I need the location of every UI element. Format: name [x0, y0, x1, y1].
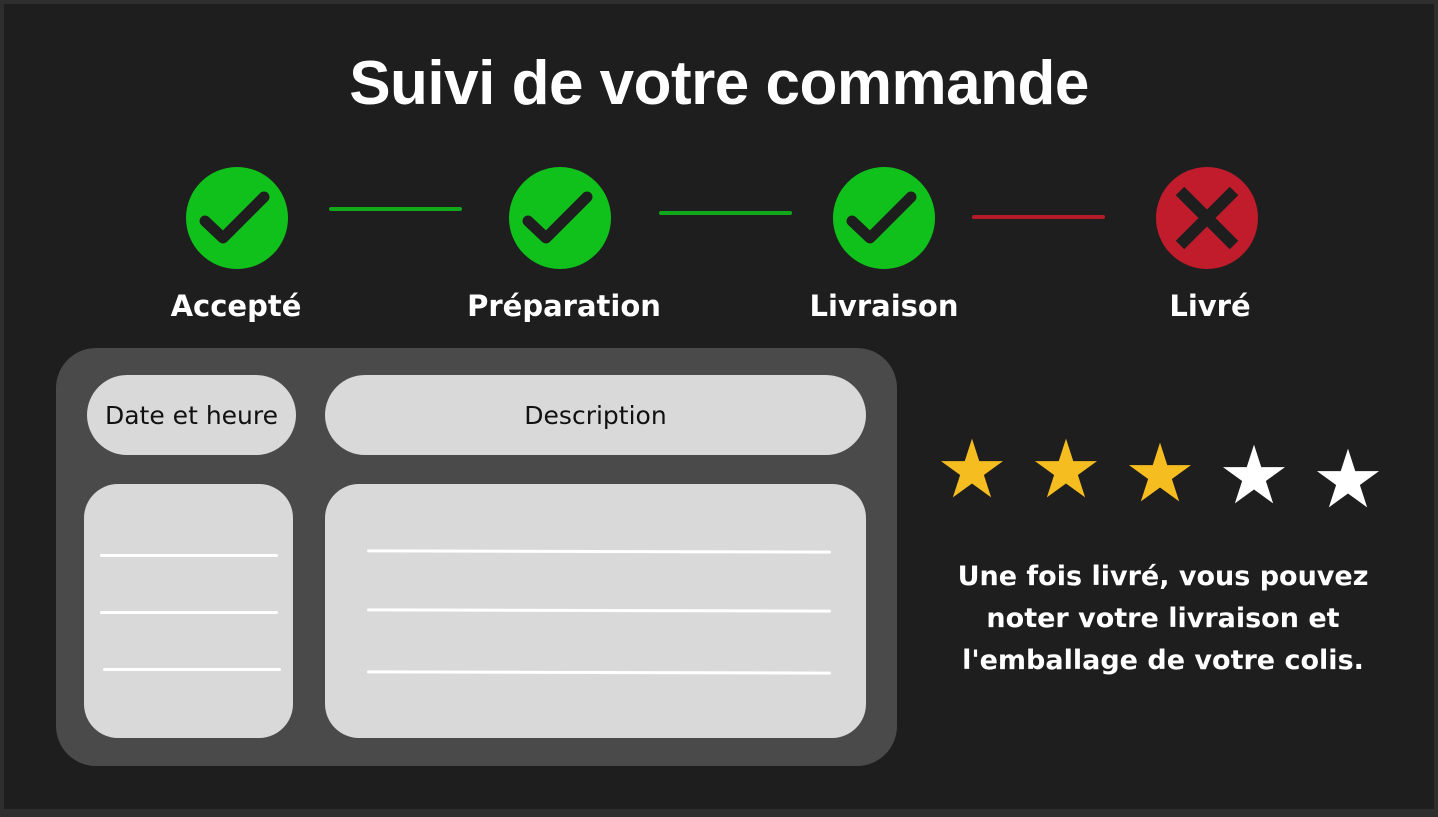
date-placeholder-line [103, 668, 281, 671]
description-column-header: Description [325, 375, 866, 455]
rating-note: Une fois livré, vous pouvez noter votre … [957, 561, 1369, 676]
step-label-livraison: Livraison [809, 289, 959, 323]
step-livraison-check-icon [833, 167, 935, 269]
date-column-header: Date et heure [87, 375, 296, 455]
description-placeholder-line [366, 608, 832, 613]
step-label-accepte: Accepté [170, 289, 302, 323]
connector-livraison-livre [972, 215, 1105, 219]
date-placeholder-line [100, 611, 278, 614]
step-label-preparation: Préparation [467, 289, 661, 323]
date-column-body [84, 484, 293, 738]
rating-star-3-filled-star-icon[interactable] [1127, 440, 1193, 506]
rating-star-4-empty-star-icon[interactable] [1221, 442, 1287, 508]
description-placeholder-line [366, 549, 832, 554]
rating-star-1-filled-star-icon[interactable] [939, 436, 1005, 502]
step-label-livre: Livré [1169, 289, 1251, 323]
connector-preparation-livraison [659, 211, 792, 215]
connector-accepte-preparation [329, 207, 462, 211]
step-preparation-check-icon [509, 167, 611, 269]
step-livre-cross-icon [1156, 167, 1258, 269]
step-accepte-check-icon [186, 167, 288, 269]
date-placeholder-line [100, 554, 278, 557]
page-title: Suivi de votre commande [349, 49, 1089, 118]
rating-star-5-empty-star-icon[interactable] [1315, 446, 1381, 512]
description-column-body [325, 484, 866, 738]
description-placeholder-line [366, 670, 832, 675]
rating-star-2-filled-star-icon[interactable] [1033, 436, 1099, 502]
